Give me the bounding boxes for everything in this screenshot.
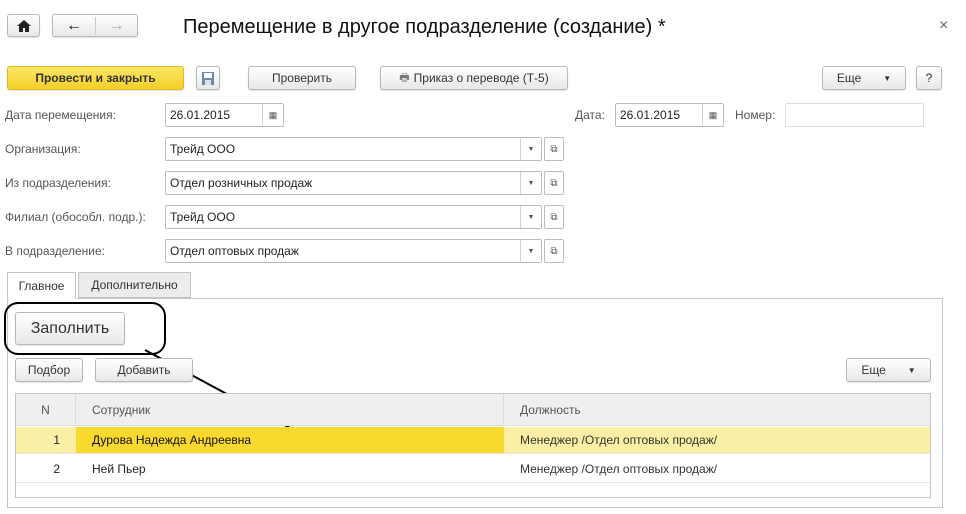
dropdown-arrow-icon: ▼ [907,365,916,375]
header-n[interactable]: N [16,394,76,426]
table-row[interactable]: 1 Дурова Надежда Андреевна Менеджер /Отд… [16,427,930,454]
position-cell[interactable]: Менеджер /Отдел оптовых продаж/ [504,455,930,482]
table-header: N Сотрудник Должность [16,394,930,426]
employee-cell[interactable]: Ней Пьер [76,455,504,482]
employees-table: N Сотрудник Должность 1 Дурова Надежда А… [15,393,931,498]
header-position[interactable]: Должность [504,394,930,426]
more-label: Еще [861,363,886,377]
pick-button[interactable]: Подбор [15,358,83,382]
position-cell[interactable]: Менеджер /Отдел оптовых продаж/ [504,427,930,453]
header-employee[interactable]: Сотрудник [76,394,504,426]
table-more-button[interactable]: Еще ▼ [846,358,931,382]
row-number: 1 [53,433,60,447]
employee-cell[interactable]: Дурова Надежда Андреевна [76,427,504,453]
row-number: 2 [53,461,60,476]
add-button[interactable]: Добавить [95,358,193,382]
table-row[interactable]: 2 Ней Пьер Менеджер /Отдел оптовых прода… [16,455,930,483]
